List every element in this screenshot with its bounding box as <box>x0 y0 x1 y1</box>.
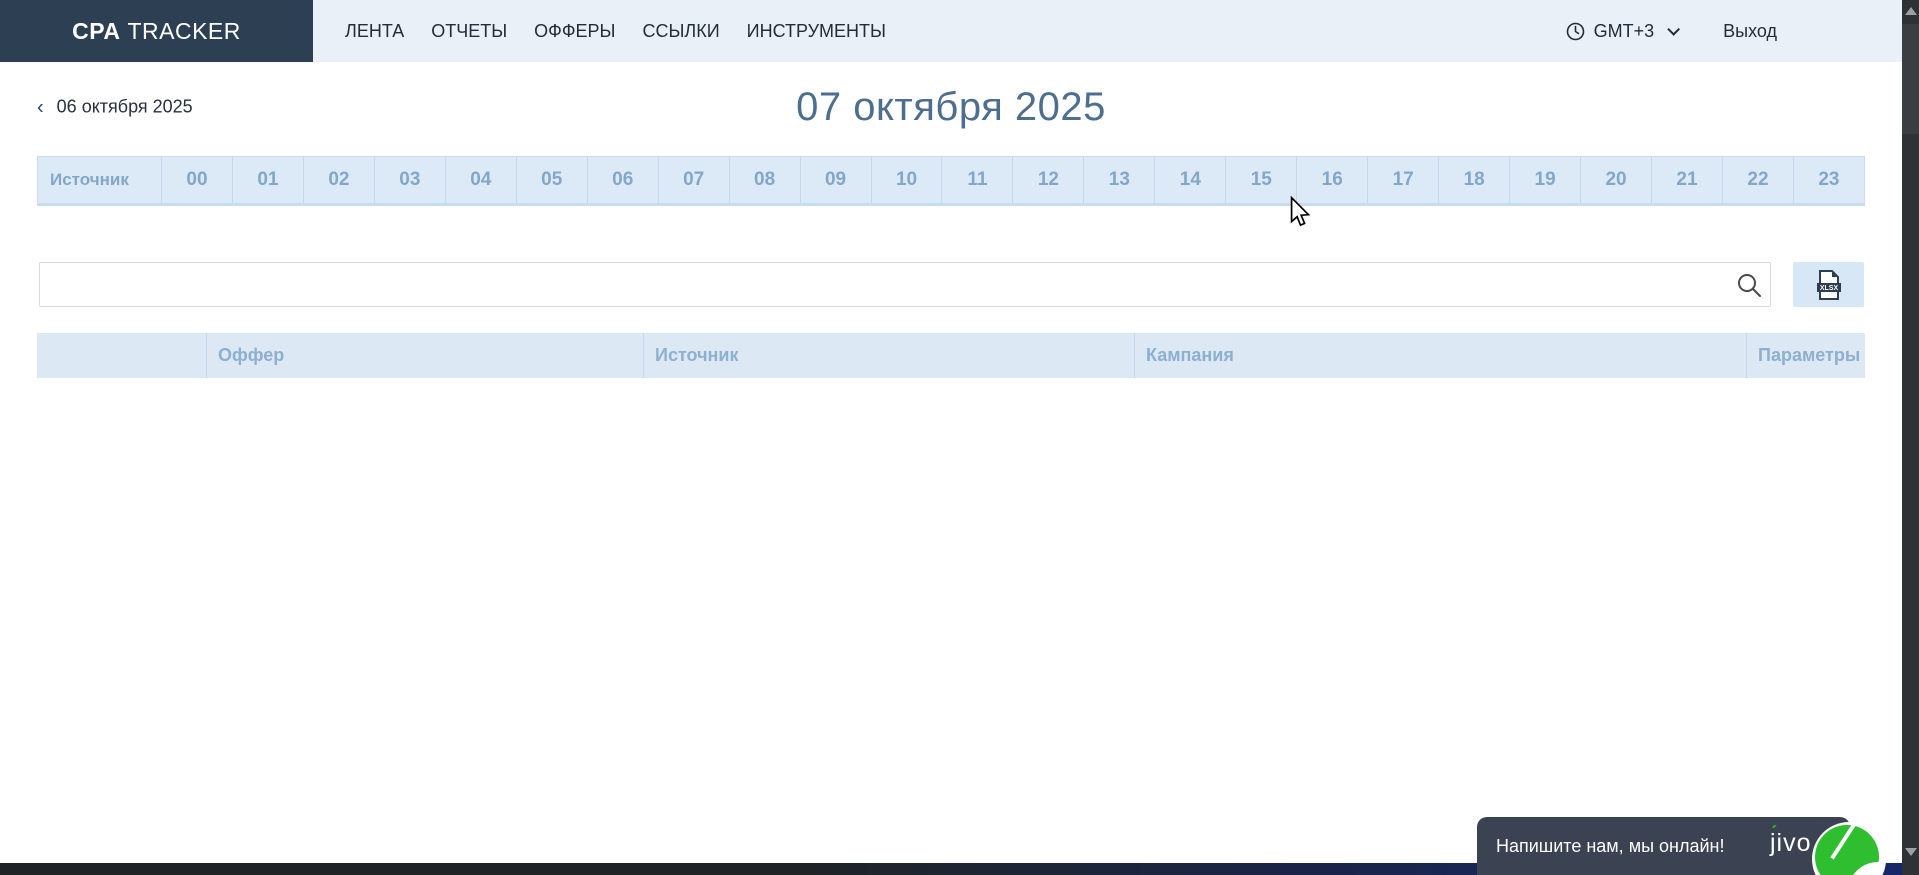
svg-text:XLSX: XLSX <box>1819 285 1838 292</box>
hours-header-row: Источник 00 01 02 03 04 05 06 07 08 09 1… <box>37 156 1865 206</box>
results-col-empty <box>37 333 206 378</box>
chat-message: Напишите нам, мы онлайн! <box>1477 836 1724 857</box>
nav-item-lenta[interactable]: ЛЕНТА <box>345 21 404 42</box>
hour-col-14[interactable]: 14 <box>1154 157 1225 203</box>
chevron-down-icon <box>1667 23 1680 36</box>
results-col-params: Параметры <box>1746 333 1865 378</box>
chat-widget[interactable]: Напишите нам, мы онлайн! ˊjivo <box>1477 817 1850 875</box>
results-col-campaign: Кампания <box>1134 333 1746 378</box>
hours-source-header: Источник <box>38 157 161 203</box>
timezone-label: GMT+3 <box>1594 21 1655 42</box>
hour-col-16[interactable]: 16 <box>1296 157 1367 203</box>
results-table-header: Оффер Источник Кампания Параметры <box>37 333 1865 378</box>
hour-col-09[interactable]: 09 <box>800 157 871 203</box>
nav-item-tools[interactable]: ИНСТРУМЕНТЫ <box>747 21 886 42</box>
cpa-tracker-page: CPA TRACKER ЛЕНТА ОТЧЕТЫ ОФФЕРЫ ССЫЛКИ И… <box>0 0 1919 875</box>
vertical-scrollbar[interactable] <box>1902 0 1919 875</box>
prev-day-link[interactable]: ‹ 06 октября 2025 <box>37 97 193 118</box>
xlsx-file-icon: XLSX <box>1816 270 1842 300</box>
top-navigation-bar: CPA TRACKER ЛЕНТА ОТЧЕТЫ ОФФЕРЫ ССЫЛКИ И… <box>0 0 1902 62</box>
hour-col-22[interactable]: 22 <box>1722 157 1793 203</box>
clock-icon <box>1566 22 1585 41</box>
scroll-up-arrow-icon[interactable] <box>1905 7 1917 15</box>
hour-col-04[interactable]: 04 <box>445 157 516 203</box>
hour-col-18[interactable]: 18 <box>1438 157 1509 203</box>
timezone-selector[interactable]: GMT+3 <box>1566 21 1677 42</box>
nav-item-links[interactable]: ССЫЛКИ <box>643 21 720 42</box>
hour-col-13[interactable]: 13 <box>1083 157 1154 203</box>
search-input[interactable] <box>39 262 1771 307</box>
hour-col-21[interactable]: 21 <box>1651 157 1722 203</box>
hour-col-12[interactable]: 12 <box>1012 157 1083 203</box>
hour-col-19[interactable]: 19 <box>1509 157 1580 203</box>
nav-item-reports[interactable]: ОТЧЕТЫ <box>431 21 507 42</box>
hour-col-10[interactable]: 10 <box>871 157 942 203</box>
search-icon[interactable] <box>1736 272 1762 298</box>
scroll-down-arrow-icon[interactable] <box>1905 848 1917 856</box>
jivo-logo: ˊjivo <box>1770 831 1812 856</box>
hour-col-03[interactable]: 03 <box>374 157 445 203</box>
hour-col-23[interactable]: 23 <box>1793 157 1864 203</box>
hour-col-02[interactable]: 02 <box>303 157 374 203</box>
results-col-offer: Оффер <box>206 333 643 378</box>
hour-col-15[interactable]: 15 <box>1225 157 1296 203</box>
nav-item-offers[interactable]: ОФФЕРЫ <box>534 21 615 42</box>
prev-day-label: 06 октября 2025 <box>57 97 193 118</box>
main-nav: ЛЕНТА ОТЧЕТЫ ОФФЕРЫ ССЫЛКИ ИНСТРУМЕНТЫ <box>345 21 886 42</box>
results-col-source: Источник <box>643 333 1134 378</box>
hour-col-00[interactable]: 00 <box>161 157 232 203</box>
hour-col-20[interactable]: 20 <box>1580 157 1651 203</box>
logo-bold-text: CPA <box>72 18 120 45</box>
topbar-right-controls: GMT+3 Выход <box>1566 21 1902 42</box>
logo-rest-text: TRACKER <box>127 18 240 45</box>
hour-col-08[interactable]: 08 <box>729 157 800 203</box>
hour-col-01[interactable]: 01 <box>232 157 303 203</box>
hour-col-06[interactable]: 06 <box>587 157 658 203</box>
hour-col-11[interactable]: 11 <box>941 157 1012 203</box>
scrollbar-thumb[interactable] <box>1902 24 1919 134</box>
logout-link[interactable]: Выход <box>1723 21 1777 42</box>
hour-col-07[interactable]: 07 <box>658 157 729 203</box>
date-navigation: ‹ 06 октября 2025 07 октября 2025 <box>37 84 1865 130</box>
hour-col-17[interactable]: 17 <box>1367 157 1438 203</box>
page-title: 07 октября 2025 <box>37 84 1865 130</box>
jivo-leaf-accent-icon: ˊ <box>1771 824 1779 844</box>
export-xlsx-button[interactable]: XLSX <box>1793 262 1864 307</box>
app-logo[interactable]: CPA TRACKER <box>0 0 313 62</box>
chevron-left-icon: ‹ <box>37 97 44 117</box>
hour-col-05[interactable]: 05 <box>516 157 587 203</box>
